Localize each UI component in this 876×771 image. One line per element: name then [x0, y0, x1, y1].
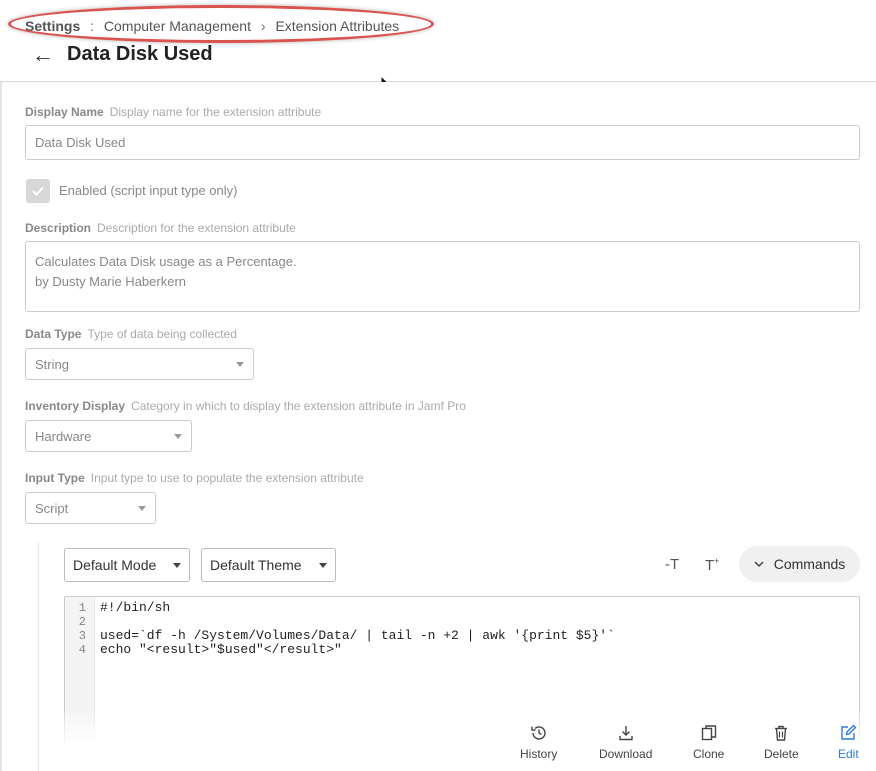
data-type-label: Data Type Type of data being collected: [25, 327, 237, 341]
line-number: 4: [78, 643, 86, 657]
inventory-display-label: Inventory Display Category in which to di…: [25, 399, 466, 413]
chevron-down-icon: [174, 433, 182, 439]
editor-mode-select[interactable]: Default Mode: [64, 548, 190, 582]
breadcrumb-separator: :: [90, 18, 95, 34]
increase-font-icon[interactable]: T+: [705, 556, 719, 574]
breadcrumb-settings[interactable]: Settings: [25, 18, 80, 34]
inventory-display-value: Hardware: [35, 428, 92, 444]
description-line: Calculates Data Disk usage as a Percenta…: [35, 254, 297, 269]
inventory-display-select[interactable]: Hardware: [25, 420, 192, 452]
inventory-display-help: Category in which to display the extensi…: [131, 399, 466, 413]
history-label: History: [520, 747, 558, 761]
display-name-label: Display Name Display name for the extensi…: [25, 105, 321, 119]
edit-button[interactable]: Edit: [838, 724, 859, 761]
download-icon: [618, 726, 633, 741]
page-header: Settings : Computer Management › Extensi…: [0, 0, 876, 93]
footer-fade: [64, 712, 876, 771]
line-number: 3: [78, 629, 86, 643]
delete-button[interactable]: Delete: [764, 724, 799, 761]
clone-button[interactable]: Clone: [693, 724, 724, 761]
description-help: Description for the extension attribute: [97, 221, 296, 235]
inventory-display-label-text: Inventory Display: [25, 399, 126, 413]
page-title: Data Disk Used: [67, 43, 213, 65]
input-type-label: Input Type Input type to use to populate …: [25, 471, 364, 485]
input-type-value: Script: [35, 500, 69, 516]
code-content: #!/bin/sh used=`df -h /System/Volumes/Da…: [100, 601, 615, 657]
clone-icon: [701, 725, 716, 741]
delete-label: Delete: [764, 747, 799, 761]
line-number: 2: [78, 615, 86, 629]
editor-theme-select[interactable]: Default Theme: [201, 548, 336, 582]
editor-theme-value: Default Theme: [210, 557, 302, 573]
chevron-down-icon: [319, 562, 327, 568]
data-type-select[interactable]: String: [25, 348, 254, 380]
edit-label: Edit: [838, 747, 859, 761]
input-type-select[interactable]: Script: [25, 492, 156, 524]
code-line: used=`df -h /System/Volumes/Data/ | tail…: [100, 628, 615, 643]
download-button[interactable]: Download: [599, 724, 652, 761]
chevron-down-icon: [754, 560, 764, 567]
checkmark-icon: [32, 186, 44, 196]
input-type-help: Input type to use to populate the extens…: [90, 471, 364, 485]
divider: [0, 82, 2, 771]
editor-mode-value: Default Mode: [73, 557, 157, 573]
clone-label: Clone: [693, 747, 725, 761]
breadcrumb: Settings : Computer Management › Extensi…: [25, 18, 399, 34]
commands-button[interactable]: Commands: [739, 546, 860, 582]
description-line: by Dusty Marie Haberkern: [35, 274, 186, 289]
enabled-checkbox[interactable]: [26, 179, 50, 203]
description-label: Description Description for the extension…: [25, 221, 296, 235]
data-type-help: Type of data being collected: [87, 327, 237, 341]
decrease-font-icon[interactable]: -T: [665, 556, 679, 573]
edit-icon: [841, 724, 857, 740]
commands-label: Commands: [773, 556, 846, 572]
history-button[interactable]: History: [520, 724, 557, 761]
download-label: Download: [599, 747, 653, 761]
code-line: #!/bin/sh: [100, 600, 171, 615]
display-name-field[interactable]: Data Disk Used: [25, 125, 860, 160]
input-type-label-text: Input Type: [25, 471, 85, 485]
form-content: Display Name Display name for the extensi…: [0, 82, 876, 771]
back-arrow-icon[interactable]: ←: [32, 42, 54, 68]
enabled-checkbox-label: Enabled (script input type only): [59, 183, 238, 198]
code-line: echo "<result>"$used"</result>": [100, 642, 342, 657]
trash-icon: [775, 725, 788, 741]
line-number: 1: [78, 601, 86, 615]
breadcrumb-computer-management[interactable]: Computer Management: [104, 18, 251, 34]
history-icon: [530, 726, 546, 740]
description-textarea[interactable]: Calculates Data Disk usage as a Percenta…: [25, 241, 860, 312]
display-name-label-text: Display Name: [25, 105, 104, 119]
breadcrumb-separator: ›: [260, 18, 266, 34]
data-type-value: String: [35, 356, 69, 372]
chevron-down-icon: [173, 562, 181, 568]
chevron-down-icon: [236, 361, 244, 367]
chevron-down-icon: [138, 505, 146, 511]
display-name-help: Display name for the extension attribute: [109, 105, 322, 119]
description-label-text: Description: [25, 221, 92, 235]
data-type-label-text: Data Type: [25, 327, 82, 341]
breadcrumb-extension-attributes: Extension Attributes: [275, 18, 400, 34]
